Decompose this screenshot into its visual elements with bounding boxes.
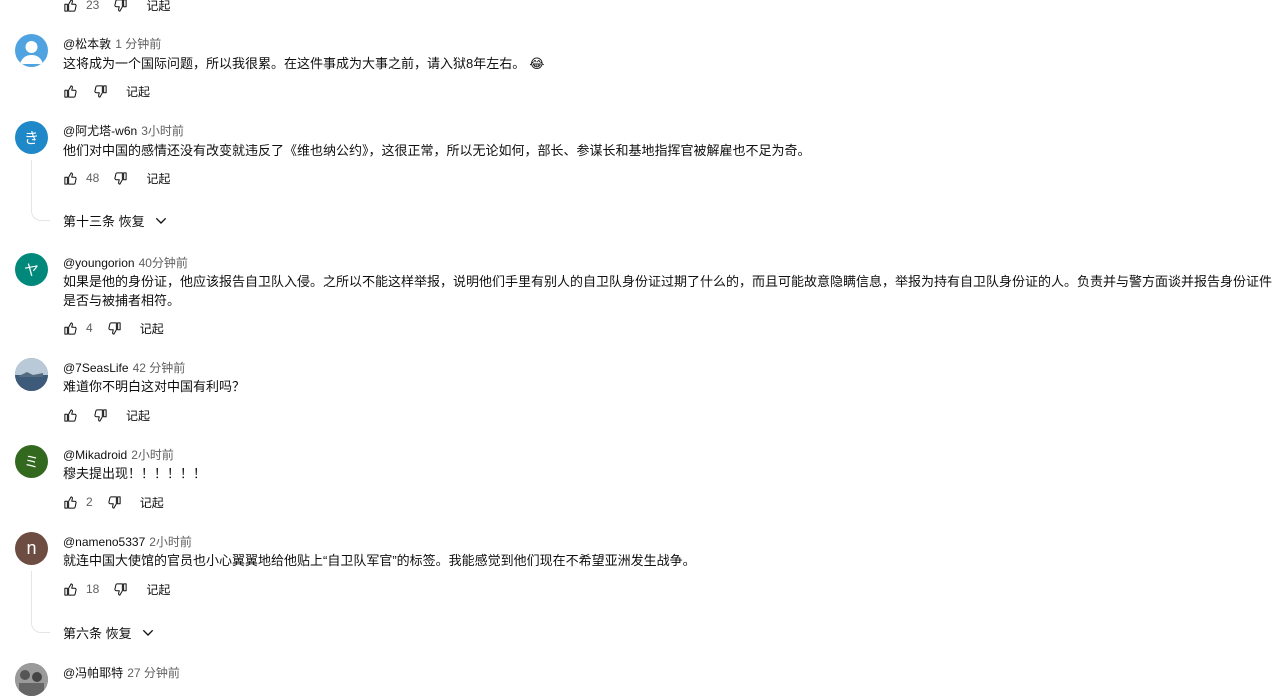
like-count: 48 (86, 171, 100, 185)
reply-button[interactable]: 记起 (146, 581, 170, 598)
dislike-icon[interactable] (113, 0, 128, 13)
seascape-avatar-icon (15, 358, 48, 391)
comment-author[interactable]: @阿尤塔-w6n (63, 124, 137, 138)
comment-header: @松本敦 1 分钟前 (63, 35, 161, 52)
reply-button[interactable]: 记起 (126, 407, 150, 424)
view-replies-button[interactable]: 第六条 恢复 (63, 623, 156, 642)
reply-button[interactable]: 记起 (140, 494, 164, 511)
reply-button[interactable]: 记起 (146, 0, 170, 14)
dislike-icon[interactable] (93, 84, 108, 99)
comment-text: 就连中国大使馆的官员也小心翼翼地给他贴上“自卫队军官”的标签。我能感觉到他们现在… (63, 553, 696, 568)
comment-header: @冯帕耶特 27 分钟前 (63, 664, 180, 681)
comment-actions-top: 23 记起 (63, 0, 170, 15)
dislike-icon[interactable] (107, 321, 122, 336)
comment-author[interactable]: @Mikadroid (63, 448, 127, 462)
comment-header: @youngorion 40分钟前 (63, 254, 188, 271)
like-icon[interactable] (63, 582, 78, 597)
comment-actions: 记起 (63, 405, 150, 425)
comment-text: 这将成为一个国际问题，所以我很累。在这件事成为大事之前，请入狱8年左右。 😂 (63, 54, 544, 73)
avatar[interactable] (15, 358, 48, 391)
avatar[interactable] (15, 663, 48, 696)
comment-actions: 48 记起 (63, 168, 170, 188)
comment-time[interactable]: 3小时前 (141, 124, 184, 138)
avatar[interactable] (15, 34, 48, 67)
like-count: 18 (86, 582, 100, 596)
comment-actions: 2 记起 (63, 492, 164, 512)
comment-time[interactable]: 27 分钟前 (127, 666, 180, 680)
thread-connector (31, 160, 50, 221)
chevron-down-icon (142, 629, 153, 636)
replies-label: 第十三条 恢复 (63, 214, 145, 229)
comment-text: 难道你不明白这对中国有利吗？ (63, 379, 246, 394)
avatar[interactable]: n (15, 532, 48, 565)
replies-label: 第六条 恢复 (63, 626, 132, 641)
reply-button[interactable]: 记起 (140, 320, 164, 337)
comment-body: 这将成为一个国际问题，所以我很累。在这件事成为大事之前，请入狱8年左右。 (63, 56, 526, 71)
comment-header: @nameno5337 2小时前 (63, 533, 192, 550)
comment-header: @7SeasLife 42 分钟前 (63, 359, 185, 376)
like-count: 4 (86, 321, 93, 335)
comment-author[interactable]: @松本敦 (63, 37, 111, 51)
view-replies-button[interactable]: 第十三条 恢复 (63, 211, 169, 230)
reply-button[interactable]: 记起 (126, 83, 150, 100)
thread-connector (31, 571, 50, 633)
comment-author[interactable]: @冯帕耶特 (63, 666, 123, 680)
avatar-letter: ミ (23, 454, 39, 471)
like-icon[interactable] (63, 171, 78, 186)
like-count: 2 (86, 495, 93, 509)
default-avatar-icon (20, 41, 43, 64)
like-icon[interactable] (63, 321, 78, 336)
photo-avatar-icon (15, 663, 48, 696)
laughing-emoji-icon: 😂 (529, 56, 545, 71)
comment-actions: 18 记起 (63, 579, 170, 599)
comment-time[interactable]: 40分钟前 (139, 256, 188, 270)
comment-text: 如果是他的身份证，他应该报告自卫队入侵。之所以不能这样举报，说明他们手里有别人的… (63, 274, 1273, 289)
comment-header: @阿尤塔-w6n 3小时前 (63, 122, 184, 139)
dislike-icon[interactable] (93, 408, 108, 423)
dislike-icon[interactable] (113, 171, 128, 186)
comment-time[interactable]: 1 分钟前 (115, 37, 161, 51)
avatar-letter: n (26, 538, 37, 558)
comment-text-line2: 是否与被捕者相符。 (63, 293, 181, 308)
comment-author[interactable]: @nameno5337 (63, 535, 145, 549)
comment-time[interactable]: 2小时前 (131, 448, 174, 462)
comment-text: 他们对中国的感情还没有改变就违反了《维也纳公约》，这很正常，所以无论如何，部长、… (63, 143, 811, 158)
avatar[interactable]: ミ (15, 445, 48, 478)
like-icon[interactable] (63, 495, 78, 510)
avatar-letter: ヤ (23, 262, 39, 279)
comment-author[interactable]: @7SeasLife (63, 361, 129, 375)
like-count: 23 (86, 0, 100, 12)
like-icon[interactable] (63, 84, 78, 99)
dislike-icon[interactable] (113, 582, 128, 597)
like-icon[interactable] (63, 408, 78, 423)
avatar[interactable]: ヤ (15, 253, 48, 286)
dislike-icon[interactable] (107, 495, 122, 510)
comment-header: @Mikadroid 2小时前 (63, 446, 174, 463)
chevron-down-icon (155, 217, 166, 224)
comment-time[interactable]: 2小时前 (149, 535, 192, 549)
reply-button[interactable]: 记起 (146, 170, 170, 187)
comment-text: 穆夫提出现！！！！！！ (63, 466, 207, 481)
like-icon[interactable] (63, 0, 78, 13)
comment-time[interactable]: 42 分钟前 (133, 361, 186, 375)
avatar[interactable]: き (15, 121, 48, 154)
comment-actions: 记起 (63, 81, 150, 101)
comment-actions: 4 记起 (63, 318, 164, 338)
avatar-letter: き (23, 130, 39, 147)
comment-author[interactable]: @youngorion (63, 256, 135, 270)
